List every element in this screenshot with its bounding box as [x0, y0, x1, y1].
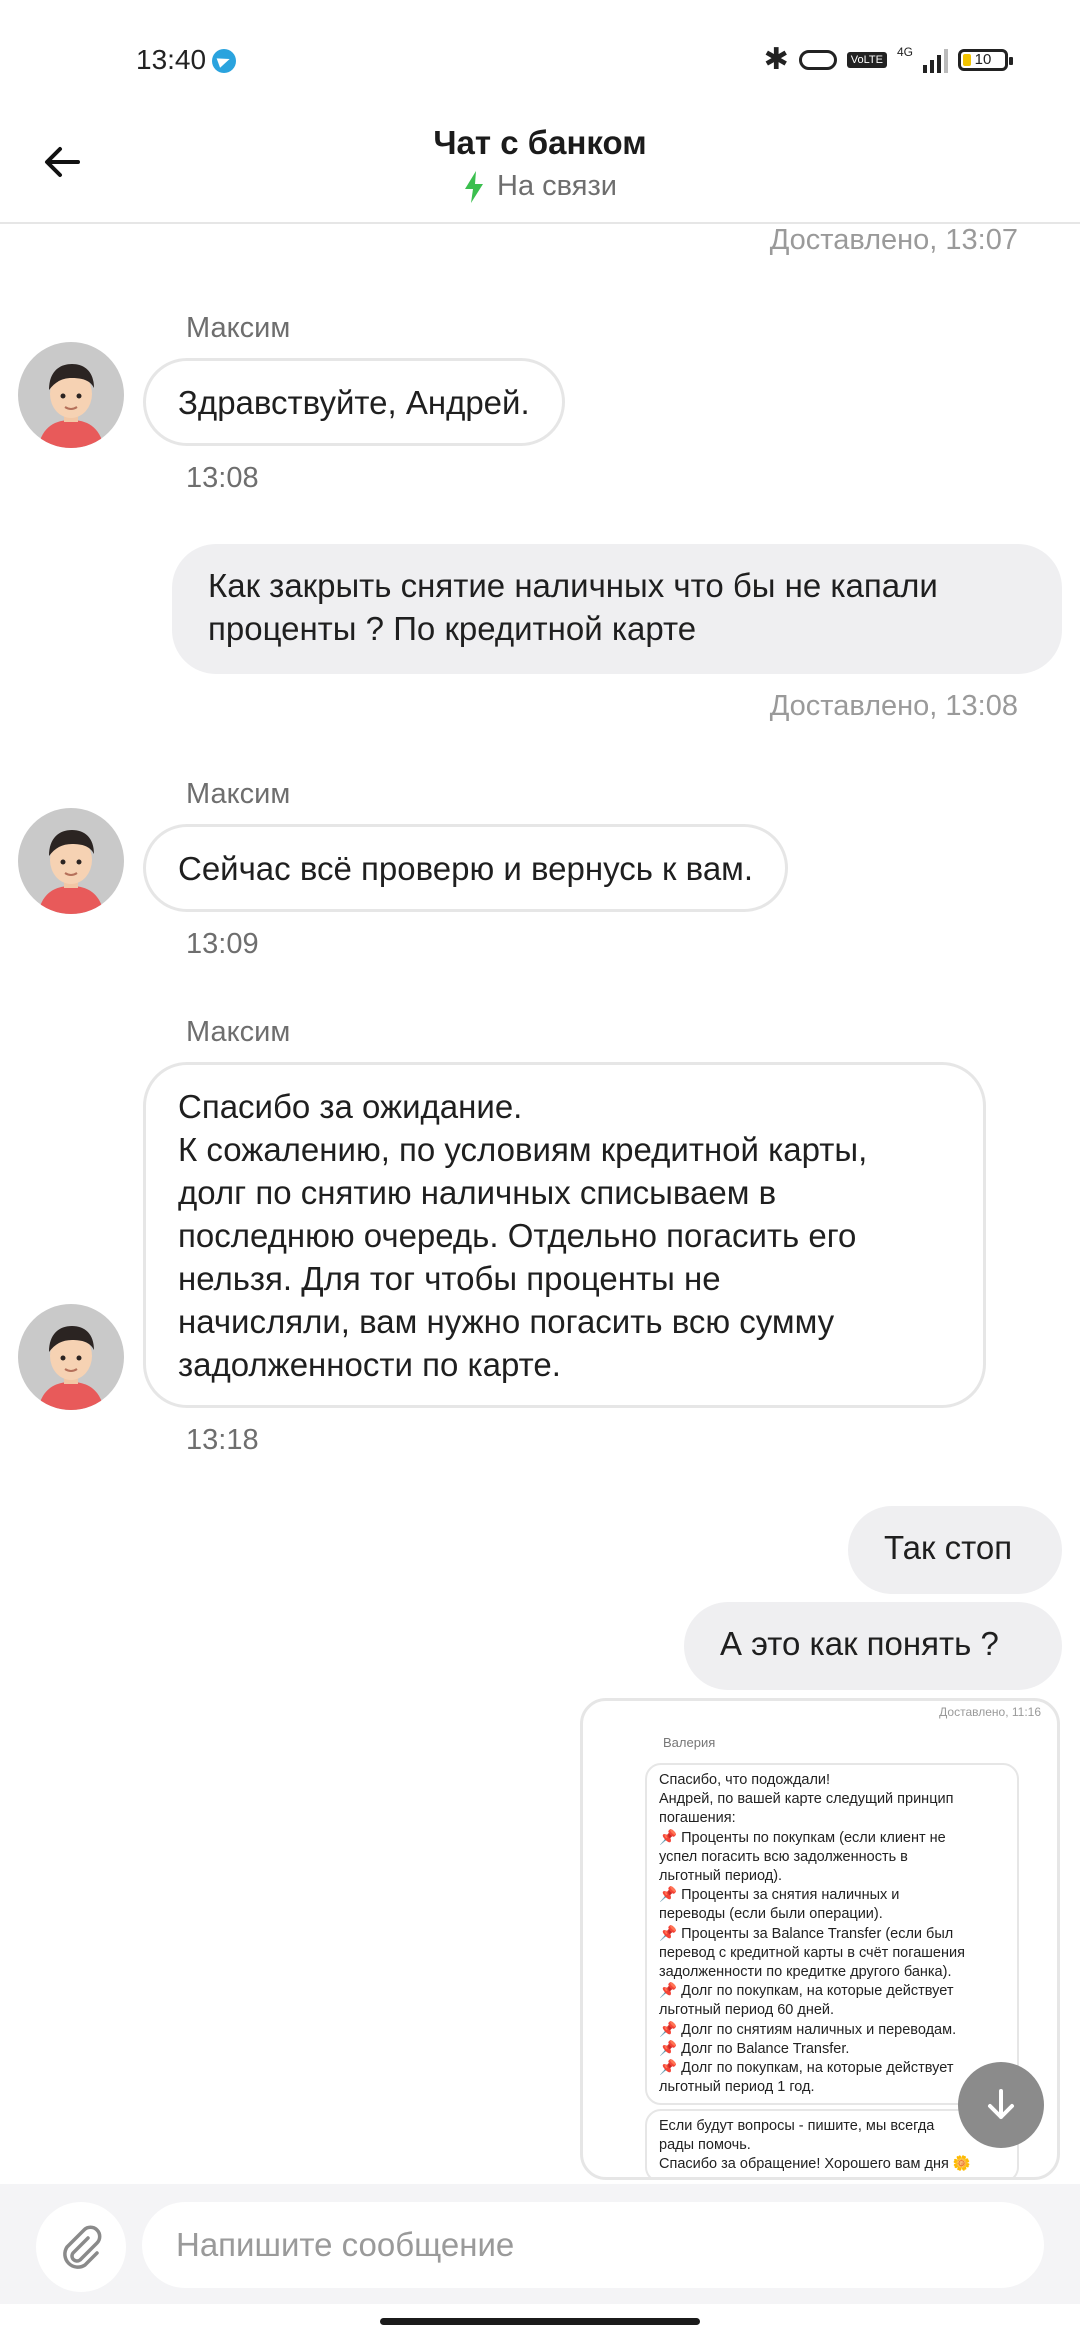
- sender-name: Максим: [186, 312, 291, 344]
- online-status: На связи: [0, 170, 1080, 203]
- home-indicator[interactable]: [380, 2318, 700, 2325]
- operator-avatar-icon: [38, 830, 104, 914]
- telegram-icon: [212, 49, 236, 73]
- sender-name: Максим: [186, 1016, 291, 1048]
- image-message-text: Спасибо, что подождали! Андрей, по вашей…: [645, 1763, 1019, 2106]
- battery-level: 10: [974, 51, 992, 68]
- message-input[interactable]: [142, 2202, 1044, 2288]
- bolt-icon: [465, 170, 484, 203]
- operator-avatar-icon: [38, 364, 104, 448]
- incoming-message-bubble[interactable]: Сейчас всё проверю и вернусь к вам.: [143, 824, 789, 912]
- volte-icon: VoLTE: [846, 51, 887, 68]
- outgoing-message-bubble[interactable]: Как закрыть снятие наличных что бы не ка…: [172, 544, 1062, 674]
- delivered-status: Доставлено, 13:08: [769, 690, 1018, 722]
- bluetooth-icon: ✱: [763, 43, 789, 76]
- incoming-message-bubble[interactable]: Спасибо за ожидание. К сожалению, по усл…: [143, 1062, 986, 1408]
- outgoing-message-bubble[interactable]: Так стоп: [848, 1506, 1062, 1594]
- avatar: [18, 808, 124, 914]
- status-bar: 13:40 ✱ VoLTE 4G 10: [0, 0, 1080, 120]
- status-time: 13:40: [136, 44, 207, 75]
- signal-icon: [923, 47, 948, 73]
- image-delivered-status: Доставлено, 11:16: [939, 1705, 1041, 1719]
- incoming-message-bubble[interactable]: Здравствуйте, Андрей.: [143, 358, 565, 446]
- online-status-label: На связи: [497, 170, 617, 202]
- paperclip-icon: [63, 2225, 102, 2269]
- operator-avatar-icon: [38, 1326, 104, 1410]
- vibrate-icon: [798, 49, 837, 70]
- delivered-status: Доставлено, 13:07: [769, 224, 1018, 256]
- outgoing-message-bubble[interactable]: А это как понять ?: [684, 1602, 1062, 1690]
- avatar: [18, 342, 124, 448]
- status-icons: ✱ VoLTE 4G 10: [763, 42, 1013, 77]
- page-title: Чат с банком: [433, 124, 647, 161]
- scroll-down-button[interactable]: [958, 2062, 1044, 2148]
- attach-button[interactable]: [36, 2202, 126, 2292]
- chat-header: Чат с банком На связи: [0, 120, 1080, 224]
- avatar: [18, 1304, 124, 1410]
- message-composer: [0, 2184, 1080, 2304]
- sender-name: Максим: [186, 778, 291, 810]
- message-time: 13:08: [186, 462, 259, 494]
- message-time: 13:18: [186, 1424, 259, 1456]
- image-sender-name: Валерия: [663, 1735, 716, 1750]
- message-time: 13:09: [186, 928, 259, 960]
- battery-icon: 10: [958, 48, 1013, 71]
- network-type: 4G: [896, 44, 913, 59]
- arrow-down-icon: [988, 2089, 1014, 2119]
